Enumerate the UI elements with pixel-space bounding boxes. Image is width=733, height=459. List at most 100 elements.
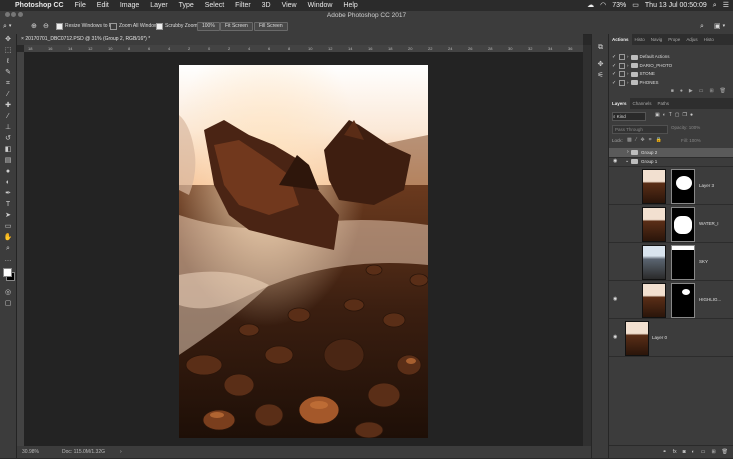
history-brush-tool-icon[interactable]: ↺ xyxy=(0,133,16,144)
menu-edit[interactable]: Edit xyxy=(97,2,109,9)
close-window-icon[interactable] xyxy=(5,12,10,17)
zoom-in-option[interactable]: ⊕ xyxy=(31,22,37,31)
minimize-window-icon[interactable] xyxy=(11,12,17,17)
clock[interactable]: Thu 13 Jul 00:50:09 xyxy=(645,0,707,11)
chevron-down-icon[interactable]: ⌄ xyxy=(625,158,629,164)
action-set-row[interactable]: ✓ › PHONES xyxy=(609,79,733,88)
vertical-scrollbar[interactable] xyxy=(583,45,591,446)
eye-icon[interactable]: ◉ xyxy=(613,296,617,302)
menu-file[interactable]: File xyxy=(75,2,86,9)
check-icon[interactable]: ✓ xyxy=(612,62,617,71)
fill-screen-button[interactable]: Fill Screen xyxy=(254,22,288,31)
fill-value[interactable]: 100% xyxy=(689,138,701,143)
spotlight-icon[interactable]: ⌕ xyxy=(713,0,717,11)
tab-actions[interactable]: Actions xyxy=(609,34,632,45)
action-set-row[interactable]: ✓ › Default Actions xyxy=(609,53,733,62)
cloud-icon[interactable]: ☁ xyxy=(587,0,594,11)
lasso-tool-icon[interactable]: ℓ xyxy=(0,56,16,67)
zoom-100-button[interactable]: 100% xyxy=(197,22,220,31)
layer-thumbnail[interactable] xyxy=(625,321,649,356)
stop-icon[interactable]: ■ xyxy=(671,88,674,94)
color-swatches[interactable] xyxy=(0,265,16,287)
dialog-toggle[interactable] xyxy=(619,54,625,61)
chevron-right-icon[interactable]: › xyxy=(627,79,629,88)
opacity-control[interactable]: Opacity: 100% xyxy=(671,125,700,130)
resize-windows-checkbox[interactable]: Resize Windows to Fit xyxy=(56,22,114,31)
layer-thumbnail[interactable] xyxy=(642,283,666,318)
dialog-toggle[interactable] xyxy=(619,71,625,78)
fit-screen-button[interactable]: Fit Screen xyxy=(220,22,253,31)
lock-icons[interactable]: ▩⁄✥⌗🔒 xyxy=(627,137,666,143)
eye-icon[interactable]: ◉ xyxy=(613,334,617,340)
battery-icon[interactable]: ▭ xyxy=(632,0,639,11)
notification-center-icon[interactable]: ☰ xyxy=(723,0,729,11)
link-layers-icon[interactable]: ⚭ xyxy=(663,446,667,458)
menu-filter[interactable]: Filter xyxy=(235,2,251,9)
adjustments-icon[interactable]: ⚟ xyxy=(592,71,609,79)
layer-row-layer-3[interactable]: Layer 3 xyxy=(609,166,733,205)
layer-row-water[interactable]: WATER_I xyxy=(609,204,733,243)
foreground-color[interactable] xyxy=(3,268,12,277)
dodge-tool-icon[interactable]: ◐ xyxy=(0,177,16,188)
menu-3d[interactable]: 3D xyxy=(262,2,271,9)
type-tool-icon[interactable]: T xyxy=(0,199,16,210)
layer-thumbnail[interactable] xyxy=(642,245,666,280)
arrange-icon[interactable]: ⧉ xyxy=(592,44,609,52)
menu-app-name[interactable]: Photoshop CC xyxy=(15,2,64,9)
action-set-row[interactable]: ✓ › STONE xyxy=(609,70,733,79)
clone-stamp-tool-icon[interactable]: ⊥ xyxy=(0,122,16,133)
wifi-icon[interactable]: ◠ xyxy=(600,0,606,11)
layer-filter-icons[interactable]: ▣◐T▢❒● xyxy=(655,112,696,118)
layer-filter-kind[interactable]: ⌕ Kind xyxy=(612,112,646,121)
quick-selection-tool-icon[interactable]: ✎ xyxy=(0,67,16,78)
menu-image[interactable]: Image xyxy=(120,2,139,9)
zoom-tool-icon[interactable]: ⌕ xyxy=(0,243,16,254)
healing-brush-tool-icon[interactable]: ✚ xyxy=(0,100,16,111)
dialog-toggle[interactable] xyxy=(619,79,625,86)
action-set-row[interactable]: ✓ › DARIO_PHOTO xyxy=(609,62,733,71)
chevron-right-icon[interactable]: › xyxy=(627,62,629,71)
layer-row-layer-0[interactable]: ◉ Layer 0 xyxy=(609,318,733,357)
scrubby-zoom-checkbox[interactable]: Scrubby Zoom xyxy=(156,22,198,31)
menu-view[interactable]: View xyxy=(282,2,297,9)
shape-tool-icon[interactable]: ▭ xyxy=(0,221,16,232)
blur-tool-icon[interactable]: ● xyxy=(0,166,16,177)
menu-select[interactable]: Select xyxy=(205,2,224,9)
close-document-icon[interactable]: × xyxy=(21,36,24,42)
hand-tool-icon[interactable]: ✋ xyxy=(0,232,16,243)
document-tab[interactable]: × 20170701_DBC0712.PSD @ 31% (Group 2, R… xyxy=(17,34,583,45)
brush-tool-icon[interactable]: ⁄ xyxy=(0,111,16,122)
gradient-tool-icon[interactable]: ▤ xyxy=(0,155,16,166)
layer-thumbnail[interactable] xyxy=(642,207,666,242)
opacity-value[interactable]: 100% xyxy=(689,125,701,130)
document-image[interactable] xyxy=(179,65,428,438)
zoom-window-icon[interactable] xyxy=(17,12,23,17)
menu-help[interactable]: Help xyxy=(343,2,357,9)
eye-icon[interactable]: ◉ xyxy=(613,158,617,164)
new-layer-icon[interactable]: ⊞ xyxy=(711,446,715,458)
chevron-right-icon[interactable]: › xyxy=(627,149,629,155)
menu-layer[interactable]: Layer xyxy=(150,2,168,9)
layer-mask-thumbnail[interactable] xyxy=(671,207,695,242)
dialog-toggle[interactable] xyxy=(619,62,625,69)
record-icon[interactable]: ● xyxy=(680,88,683,94)
tab-properties[interactable]: Prope xyxy=(665,34,683,45)
search-button[interactable]: ⌕ xyxy=(700,22,704,31)
marquee-tool-icon[interactable]: ⬚ xyxy=(0,45,16,56)
tab-layers[interactable]: Layers xyxy=(609,98,630,109)
workspace-button[interactable]: ▣ ▾ xyxy=(714,22,725,31)
zoom-level[interactable]: 30.98% xyxy=(22,446,39,458)
status-menu-arrow-icon[interactable]: › xyxy=(120,446,122,458)
tab-navigator[interactable]: Navig xyxy=(648,34,666,45)
tool-preset-picker[interactable]: ⌕ ▾ xyxy=(3,22,11,31)
check-icon[interactable]: ✓ xyxy=(612,70,617,79)
new-set-icon[interactable]: ▭ xyxy=(699,88,704,94)
path-selection-tool-icon[interactable]: ➤ xyxy=(0,210,16,221)
brush-settings-icon[interactable]: ✥ xyxy=(592,60,609,68)
layer-row-sky[interactable]: SKY xyxy=(609,242,733,281)
adjustment-layer-icon[interactable]: ◐ xyxy=(692,446,695,458)
menu-type[interactable]: Type xyxy=(179,2,194,9)
layer-thumbnail[interactable] xyxy=(642,169,666,204)
add-mask-icon[interactable]: ◙ xyxy=(683,446,686,458)
check-icon[interactable]: ✓ xyxy=(612,53,617,62)
